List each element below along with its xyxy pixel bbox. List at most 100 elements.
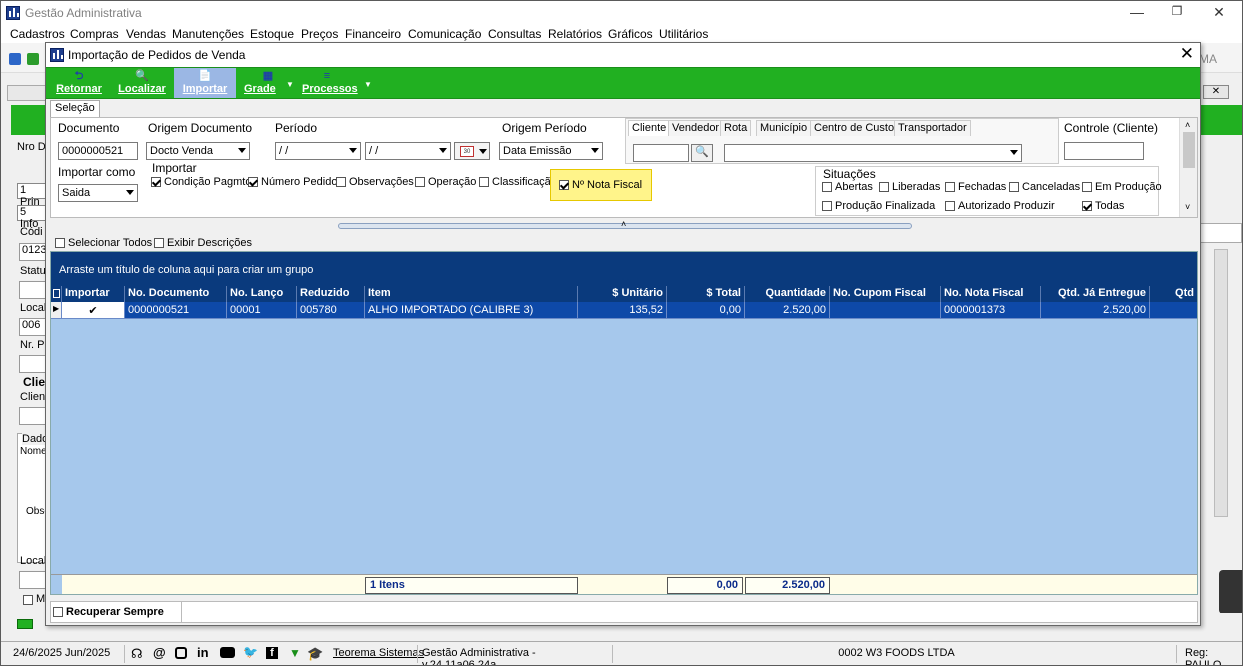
tab-municipio[interactable]: Município bbox=[756, 120, 812, 136]
grade-button[interactable]: ▦ Grade ▼ bbox=[240, 68, 296, 98]
youtube-icon[interactable] bbox=[220, 647, 235, 658]
toolbar-home-icon[interactable] bbox=[9, 53, 21, 65]
tab-vendedor[interactable]: Vendedor bbox=[668, 120, 724, 136]
recuperar-sempre-checkbox[interactable]: Recuperar Sempre bbox=[53, 606, 164, 618]
minimize-button[interactable]: — bbox=[1117, 4, 1157, 20]
menu-relatorios[interactable]: Relatórios bbox=[548, 27, 602, 41]
grade-dropdown-icon[interactable]: ▼ bbox=[286, 80, 294, 89]
cell-importar-checkbox[interactable]: ✔ bbox=[62, 302, 125, 319]
menu-financeiro[interactable]: Financeiro bbox=[345, 27, 401, 41]
graduation-cap-icon[interactable]: 🎓 bbox=[307, 646, 323, 662]
bg-local-field[interactable]: 006 bbox=[19, 318, 47, 336]
periodo-from-date[interactable]: / / bbox=[275, 142, 361, 160]
processos-button[interactable]: ≡ Processos ▼ bbox=[300, 68, 374, 98]
bg-codigo-field[interactable]: 0123 bbox=[19, 243, 47, 261]
linkedin-icon[interactable]: in bbox=[197, 645, 209, 660]
sit-canceladas[interactable]: Canceladas bbox=[1009, 181, 1080, 193]
menu-graficos[interactable]: Gráficos bbox=[608, 27, 653, 41]
col-unitario[interactable]: $ Unitário bbox=[578, 286, 667, 302]
headset-icon[interactable]: ☊ bbox=[131, 646, 143, 662]
col-qtd-ja-entregue[interactable]: Qtd. Já Entregue bbox=[1041, 286, 1150, 302]
bg-tab-5[interactable]: 5 Info bbox=[17, 205, 47, 230]
sit-em-producao[interactable]: Em Produção bbox=[1082, 181, 1162, 193]
menu-compras[interactable]: Compras bbox=[70, 27, 119, 41]
col-item[interactable]: Item bbox=[365, 286, 578, 302]
scroll-down-icon[interactable]: ˅ bbox=[1185, 202, 1190, 212]
cliente-search-button[interactable]: 🔍 bbox=[691, 144, 713, 162]
sit-autorizado-produzir[interactable]: Autorizado Produzir bbox=[945, 200, 1055, 212]
origem-periodo-select[interactable]: Data Emissão bbox=[499, 142, 603, 160]
opt-classificacao[interactable]: Classificação bbox=[479, 176, 557, 188]
group-panel[interactable]: Arraste um título de coluna aqui para cr… bbox=[51, 252, 1197, 286]
tab-transportador[interactable]: Transportador bbox=[894, 120, 971, 136]
instagram-icon[interactable] bbox=[175, 647, 187, 659]
dialog-close-button[interactable]: ✕ bbox=[1180, 44, 1194, 64]
twitter-icon[interactable]: 🐦 bbox=[243, 645, 258, 659]
origem-documento-select[interactable]: Docto Venda bbox=[146, 142, 250, 160]
facebook-icon[interactable]: f bbox=[266, 647, 278, 659]
cliente-name-select[interactable] bbox=[724, 144, 1022, 162]
toolbar-app-icon[interactable] bbox=[27, 53, 39, 65]
sit-todas[interactable]: Todas bbox=[1082, 200, 1124, 212]
bg-nr-field[interactable] bbox=[19, 355, 47, 373]
opt-nota-fiscal[interactable]: Nº Nota Fiscal bbox=[550, 169, 652, 201]
restore-button[interactable]: ❐ bbox=[1157, 4, 1197, 18]
menu-precos[interactable]: Preços bbox=[301, 27, 338, 41]
menu-manutencoes[interactable]: Manutenções bbox=[172, 27, 244, 41]
scroll-up-icon[interactable]: ˄ bbox=[1185, 120, 1190, 130]
periodo-to-date[interactable]: / / bbox=[365, 142, 451, 160]
controle-cliente-input[interactable] bbox=[1064, 142, 1144, 160]
opt-condicao-pagmto[interactable]: Condição Pagmto bbox=[151, 176, 251, 188]
tab-cliente[interactable]: Cliente bbox=[628, 120, 671, 136]
col-no-lanco[interactable]: No. Lanço bbox=[227, 286, 297, 302]
retornar-button[interactable]: ⮌ Retornar bbox=[50, 68, 108, 98]
cliente-code-input[interactable] bbox=[633, 144, 689, 162]
col-quantidade[interactable]: Quantidade bbox=[745, 286, 830, 302]
documento-input[interactable]: 0000000521 bbox=[58, 142, 138, 160]
calendar-button[interactable]: 30 bbox=[454, 142, 490, 160]
bg-status-field[interactable] bbox=[19, 281, 47, 299]
exibir-descricoes-checkbox[interactable]: Exibir Descrições bbox=[154, 237, 252, 249]
menu-vendas[interactable]: Vendas bbox=[126, 27, 166, 41]
bg-local2-field[interactable] bbox=[19, 571, 47, 589]
table-row[interactable]: ▶ ✔ 0000000521 00001 005780 ALHO IMPORTA… bbox=[51, 302, 1197, 319]
col-reduzido[interactable]: Reduzido bbox=[297, 286, 365, 302]
selection-scrollbar[interactable]: ˄ ˅ bbox=[1179, 118, 1197, 217]
close-button[interactable]: ✕ bbox=[1199, 4, 1239, 21]
col-no-documento[interactable]: No. Documento bbox=[125, 286, 227, 302]
menu-estoque[interactable]: Estoque bbox=[250, 27, 294, 41]
col-qtd[interactable]: Qtd bbox=[1150, 286, 1197, 302]
col-no-cupom-fiscal[interactable]: No. Cupom Fiscal bbox=[830, 286, 941, 302]
menu-comunicacao[interactable]: Comunicação bbox=[408, 27, 481, 41]
bg-cliente-field[interactable] bbox=[19, 407, 47, 425]
importar-como-select[interactable]: Saida bbox=[58, 184, 138, 202]
teorema-sistemas-link[interactable]: Teorema Sistemas bbox=[333, 647, 424, 659]
menu-consultas[interactable]: Consultas bbox=[488, 27, 541, 41]
bg-scrollbar[interactable] bbox=[1214, 249, 1228, 517]
tab-centro-de-custos[interactable]: Centro de Custos bbox=[810, 120, 904, 136]
column-chooser-icon[interactable] bbox=[51, 286, 62, 302]
col-importar[interactable]: Importar bbox=[62, 286, 125, 302]
bg-tab-1[interactable]: 1 Prin bbox=[17, 183, 47, 208]
tab-rota[interactable]: Rota bbox=[720, 120, 752, 136]
col-no-nota-fiscal[interactable]: No. Nota Fiscal bbox=[941, 286, 1041, 302]
localizar-button[interactable]: 🔍 Localizar bbox=[112, 68, 172, 98]
opt-observacoes[interactable]: Observações bbox=[336, 176, 414, 188]
processos-dropdown-icon[interactable]: ▼ bbox=[364, 80, 372, 89]
opt-operacao[interactable]: Operação bbox=[415, 176, 476, 188]
opt-numero-pedido[interactable]: Número Pedido bbox=[248, 176, 337, 188]
menu-utilitarios[interactable]: Utilitários bbox=[659, 27, 708, 41]
tab-selecao[interactable]: Seleção bbox=[50, 100, 100, 117]
bg-m-checkbox[interactable] bbox=[23, 595, 33, 605]
bg-close-icon[interactable]: ✕ bbox=[1203, 85, 1229, 99]
sit-producao-finalizada[interactable]: Produção Finalizada bbox=[822, 200, 935, 212]
email-icon[interactable]: @ bbox=[153, 645, 166, 660]
col-total[interactable]: $ Total bbox=[667, 286, 745, 302]
scroll-thumb[interactable] bbox=[1183, 132, 1195, 168]
side-panel-toggle-icon[interactable] bbox=[1219, 570, 1242, 614]
sit-liberadas[interactable]: Liberadas bbox=[879, 181, 940, 193]
importar-button[interactable]: 📄 Importar bbox=[174, 68, 236, 98]
sit-abertas[interactable]: Abertas bbox=[822, 181, 873, 193]
selecionar-todos-checkbox[interactable]: Selecionar Todos bbox=[55, 237, 152, 249]
chevron-up-icon[interactable]: ˄ bbox=[621, 219, 626, 229]
